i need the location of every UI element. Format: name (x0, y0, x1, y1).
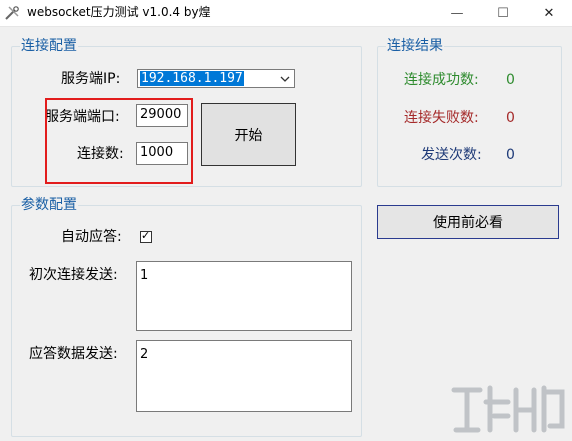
success-count: 0 (506, 72, 515, 88)
close-button[interactable]: ✕ (526, 0, 572, 26)
server-ip-select[interactable]: 192.168.1.197 (137, 69, 295, 88)
minimize-icon: — (450, 5, 464, 21)
server-ip-value: 192.168.1.197 (140, 71, 244, 86)
results-legend: 连接结果 (386, 37, 444, 55)
title-bar: websocket压力测试 v1.0.4 by煌 — ☐ ✕ (0, 0, 572, 27)
read-first-button[interactable]: 使用前必看 (377, 205, 559, 239)
fail-label: 连接失败数: (404, 110, 479, 126)
close-icon: ✕ (543, 5, 555, 21)
maximize-icon: ☐ (497, 5, 509, 21)
start-button[interactable]: 开始 (201, 103, 296, 166)
initial-send-textarea[interactable]: 1 (136, 261, 352, 331)
sent-count: 0 (506, 147, 515, 163)
chevron-down-icon (279, 71, 291, 86)
server-ip-label: 服务端IP: (61, 71, 121, 87)
params-config-legend: 参数配置 (20, 196, 78, 214)
auto-reply-label: 自动应答: (61, 229, 122, 245)
fail-count: 0 (506, 110, 515, 126)
success-label: 连接成功数: (404, 72, 479, 88)
watermark-logo (451, 385, 565, 433)
sent-label: 发送次数: (421, 147, 482, 163)
window-title: websocket压力测试 v1.0.4 by煌 (27, 5, 211, 19)
initial-send-label: 初次连接发送: (29, 267, 118, 283)
auto-reply-checkbox[interactable]: ✓ (140, 229, 152, 243)
connection-config-legend: 连接配置 (20, 37, 78, 55)
maximize-button[interactable]: ☐ (480, 0, 526, 26)
reply-data-label: 应答数据发送: (29, 346, 118, 362)
highlight-box (45, 98, 193, 184)
reply-data-textarea[interactable]: 2 (136, 340, 352, 412)
check-icon: ✓ (141, 229, 151, 242)
tools-icon (4, 5, 20, 21)
minimize-button[interactable]: — (434, 0, 480, 26)
